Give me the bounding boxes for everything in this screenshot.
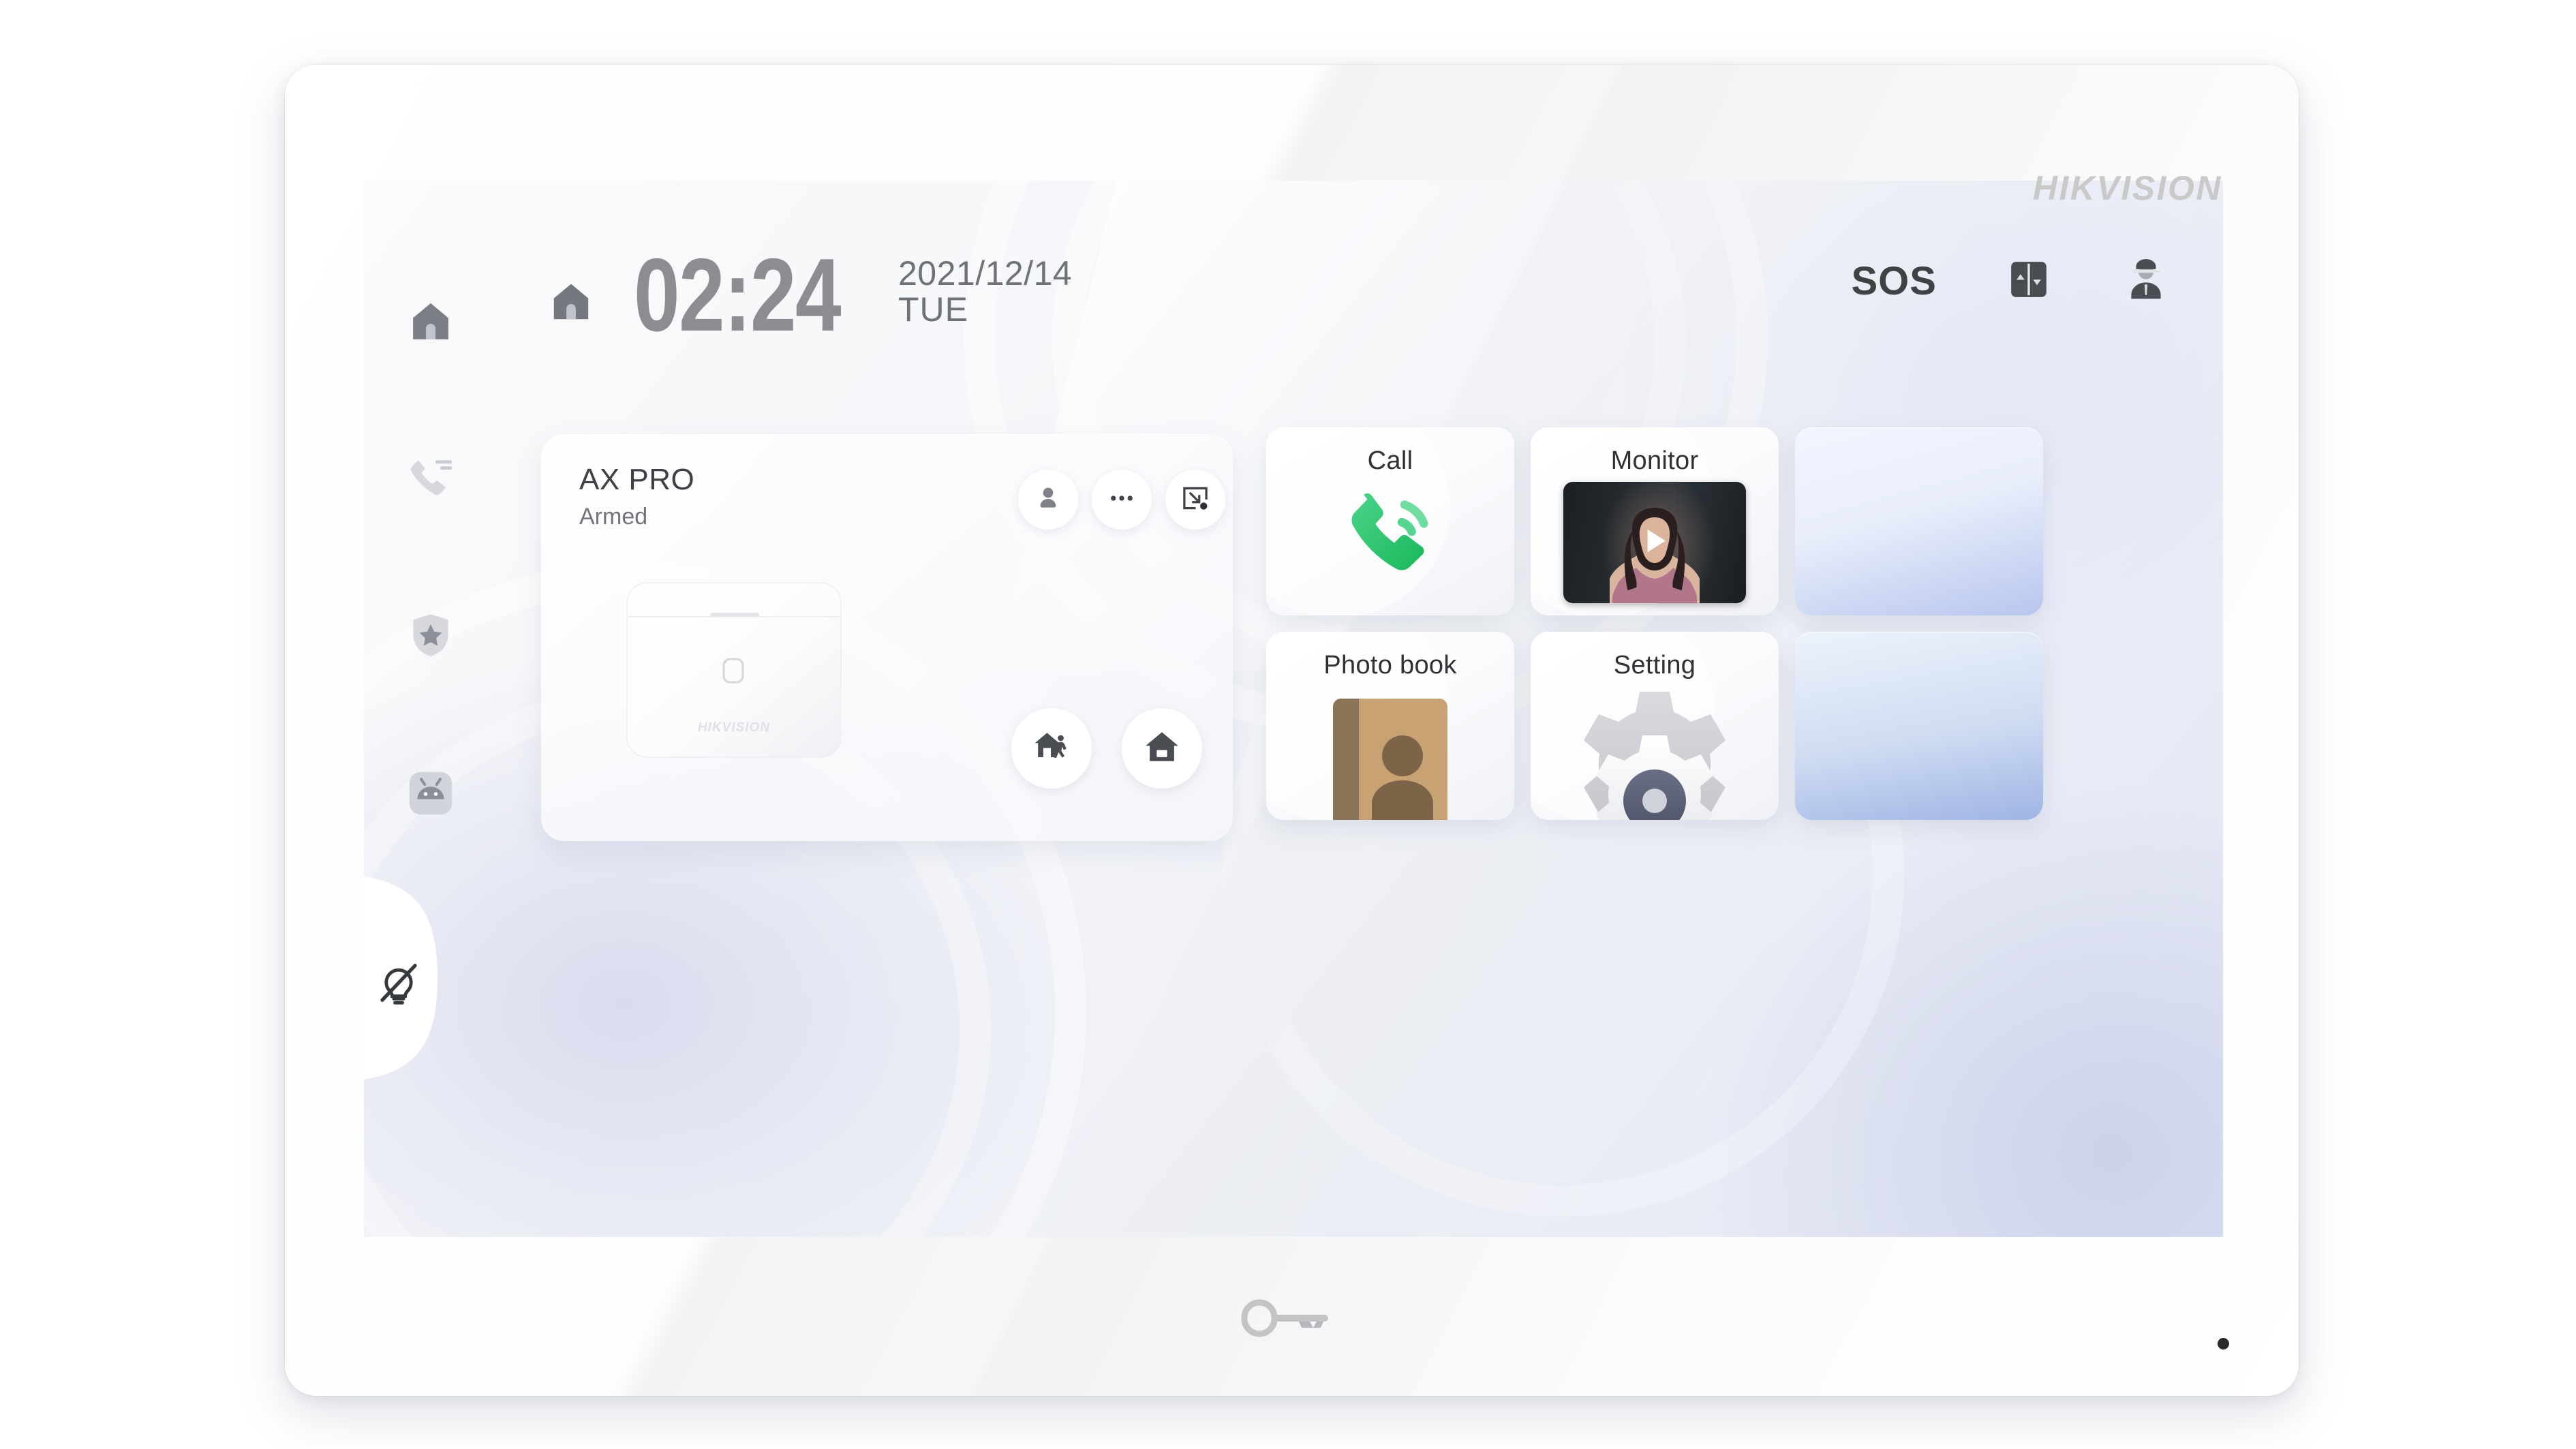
sidebar-item-security[interactable] (390, 596, 471, 677)
clock-time: 02:24 (634, 237, 842, 353)
svg-text:HIKVISION: HIKVISION (698, 720, 770, 735)
sidebar-item-home[interactable] (390, 283, 471, 363)
indoor-station-device: HIKVISION 02:24 2021/12/14 TUE SOS AX PR… (285, 65, 2299, 1396)
header-home-icon[interactable] (547, 277, 596, 330)
sos-button[interactable]: SOS (1852, 258, 1937, 304)
home-icon (405, 296, 456, 350)
camera-preview[interactable] (1563, 482, 1746, 603)
screenshot-root: HIKVISION 02:24 2021/12/14 TUE SOS AX PR… (0, 0, 2576, 1449)
quick-action-tiles: Call Monitor Photo book Setting (1266, 427, 2043, 820)
sidebar-item-call-log[interactable] (390, 440, 471, 520)
status-header: 02:24 2021/12/14 TUE SOS (497, 181, 2223, 385)
tile-label: Photo book (1323, 651, 1457, 680)
tile-partial-right-top[interactable] (1795, 427, 2043, 615)
shield-star-icon (405, 609, 457, 665)
ax-pro-hub-image: HIKVISION (622, 579, 846, 763)
touch-screen: 02:24 2021/12/14 TUE SOS AX PRO Armed HI… (364, 181, 2223, 1237)
sidebar-item-lighting[interactable] (364, 876, 473, 1080)
key-icon[interactable] (1240, 1297, 1344, 1343)
house-lock-icon (1142, 727, 1182, 770)
sidebar-item-apps[interactable] (390, 754, 471, 835)
ax-collapse-button[interactable] (1165, 470, 1225, 530)
stay-arm-button[interactable] (1122, 708, 1202, 789)
user-icon (1034, 484, 1062, 516)
date-text: 2021/12/14 (898, 254, 1073, 292)
tile-label: Monitor (1610, 446, 1699, 475)
tile-photo-book[interactable]: Photo book (1266, 632, 1514, 820)
android-robot-icon (404, 767, 457, 823)
ellipsis-icon (1106, 483, 1137, 517)
security-guard-icon (2121, 259, 2171, 307)
collapse-icon (1180, 483, 1211, 517)
home-content: AX PRO Armed HIKVISION Call Monitor Phot… (497, 418, 2223, 841)
ax-pro-status: Armed (579, 504, 648, 530)
gears-icon (1549, 670, 1760, 820)
tile-call[interactable]: Call (1266, 427, 1514, 615)
tile-partial-right-bottom[interactable] (1795, 632, 2043, 820)
weekday-text: TUE (898, 290, 968, 329)
play-icon[interactable] (1636, 523, 1673, 563)
tile-monitor[interactable]: Monitor (1531, 427, 1779, 615)
guard-call-button[interactable] (2121, 254, 2171, 308)
call-log-icon (405, 453, 457, 508)
photo-book-icon (1332, 697, 1449, 820)
indicator-led (2218, 1338, 2229, 1349)
ax-more-button[interactable] (1092, 470, 1152, 530)
ax-pro-card[interactable]: AX PRO Armed HIKVISION (541, 434, 1233, 841)
elevator-icon (2006, 262, 2051, 305)
ax-user-button[interactable] (1018, 470, 1078, 530)
house-person-icon (1032, 727, 1071, 770)
tile-setting[interactable]: Setting (1531, 632, 1779, 820)
bulb-off-icon (372, 956, 425, 1013)
elevator-button[interactable] (2006, 257, 2051, 305)
date-block: 2021/12/14 TUE (898, 256, 1072, 328)
tile-label: Setting (1613, 651, 1696, 680)
header-actions: SOS (1852, 254, 2172, 308)
ax-pro-title: AX PRO (579, 463, 695, 496)
sidebar-nav (364, 181, 497, 1237)
away-arm-button[interactable] (1011, 708, 1092, 789)
tile-label: Call (1367, 446, 1413, 475)
